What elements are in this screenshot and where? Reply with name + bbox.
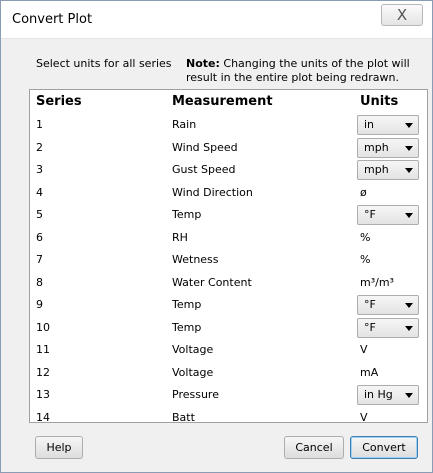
measurement-name: Voltage [172, 343, 214, 356]
measurement-name: Temp [172, 208, 202, 221]
table-row: 12 Voltage mA [30, 362, 427, 384]
unit-dropdown[interactable]: in [357, 115, 419, 135]
table-row: 6 RH% [30, 227, 427, 249]
unit-text: m³/m³ [360, 275, 394, 289]
measurement-name: Wind Speed [172, 140, 238, 154]
unit-selected-value: °F [364, 320, 376, 334]
table-row: 5 Temp °F [30, 204, 427, 226]
unit-selected-value: in Hg [364, 388, 393, 401]
unit-text: % [360, 230, 371, 244]
series-number: 3 [36, 163, 43, 176]
table-row: 9 Temp °F [30, 294, 427, 316]
chevron-down-icon [405, 168, 413, 173]
measurement-name: Temp [172, 298, 202, 311]
dialog-title: Convert Plot [12, 12, 93, 27]
table-row: 14 Batt V [30, 407, 427, 429]
convert-button[interactable]: Convert [350, 436, 418, 459]
header-measurement: Measurement [172, 94, 273, 109]
help-button[interactable]: Help [35, 436, 83, 459]
table-row: 2 Wind Speed mph [30, 137, 427, 159]
series-number: 10 [36, 320, 50, 334]
unit-text: V [360, 343, 368, 356]
measurement-name: Wind Direction [172, 185, 253, 199]
table-row: 8 Water Content m³/m³ [30, 272, 427, 294]
convert-plot-dialog: Convert Plot X Select units for all seri… [0, 0, 433, 473]
series-number: 7 [36, 253, 43, 266]
table-row: 3 Gust Speed mph [30, 159, 427, 181]
note-text: Note: Changing the units of the plot wil… [186, 57, 426, 85]
measurement-name: Water Content [172, 275, 252, 289]
series-units-table: Series Measurement Units 1 Rain in 2 Wind Sp… [29, 89, 428, 424]
series-number: 11 [36, 343, 50, 356]
table-row: 10 Temp °F [30, 317, 427, 339]
chevron-down-icon [405, 213, 413, 218]
series-number: 2 [36, 140, 43, 154]
chevron-down-icon [405, 393, 413, 398]
unit-selected-value: °F [364, 208, 376, 221]
unit-dropdown[interactable]: mph [357, 160, 419, 180]
close-button[interactable]: X [381, 4, 423, 26]
table-row: 7 Wetness% [30, 249, 427, 271]
measurement-name: Temp [172, 320, 202, 334]
series-number: 9 [36, 298, 43, 311]
measurement-name: Batt [172, 410, 195, 424]
unit-text: ø [360, 185, 367, 199]
series-number: 1 [36, 118, 43, 131]
unit-dropdown[interactable]: mph [357, 137, 419, 158]
chevron-down-icon [405, 303, 413, 308]
chevron-down-icon [405, 123, 413, 128]
measurement-name: Wetness [172, 253, 219, 266]
unit-text: % [360, 253, 371, 266]
unit-text: V [360, 410, 368, 424]
series-number: 12 [36, 365, 50, 379]
unit-selected-value: in [364, 118, 375, 131]
unit-dropdown[interactable]: °F [357, 317, 419, 338]
series-number: 6 [36, 230, 43, 244]
unit-text: mA [360, 365, 379, 379]
series-number: 4 [36, 185, 43, 199]
measurement-name: Rain [172, 118, 197, 131]
measurement-name: Pressure [172, 388, 219, 401]
unit-selected-value: °F [364, 298, 376, 311]
table-row: 4 Wind Direction ø [30, 182, 427, 204]
chevron-down-icon [405, 325, 413, 331]
table-row: 13 Pressure in Hg [30, 384, 427, 406]
table-row: 11 Voltage V [30, 339, 427, 361]
note-body: Changing the units of the plot will resu… [186, 57, 410, 84]
note-label: Note: [186, 57, 220, 70]
unit-dropdown[interactable]: in Hg [357, 385, 419, 405]
chevron-down-icon [405, 145, 413, 151]
unit-dropdown[interactable]: °F [357, 205, 419, 225]
unit-dropdown[interactable]: °F [357, 295, 419, 315]
instructions-text: Select units for all series [36, 57, 172, 70]
measurement-name: RH [172, 230, 188, 244]
unit-selected-value: mph [364, 163, 389, 176]
close-icon: X [396, 6, 408, 24]
table-row: 1 Rain in [30, 114, 427, 136]
header-series: Series [36, 94, 82, 109]
series-number: 5 [36, 208, 43, 221]
title-bar: Convert Plot X [1, 1, 432, 39]
unit-selected-value: mph [364, 140, 389, 154]
cancel-button[interactable]: Cancel [284, 436, 344, 459]
header-units: Units [360, 94, 399, 109]
series-number: 14 [36, 410, 50, 424]
series-number: 13 [36, 388, 50, 401]
series-number: 8 [36, 275, 43, 289]
measurement-name: Voltage [172, 365, 214, 379]
measurement-name: Gust Speed [172, 163, 236, 176]
